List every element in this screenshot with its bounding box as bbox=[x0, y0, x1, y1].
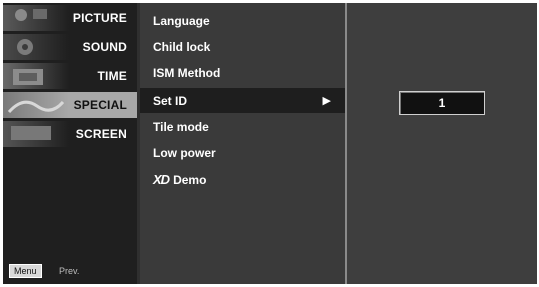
set-id-value: 1 bbox=[438, 96, 446, 110]
sidebar-label: SOUND bbox=[82, 40, 127, 54]
special-submenu: Language Child lock ISM Method Set ID ▶ … bbox=[140, 3, 345, 284]
menu-item-child-lock[interactable]: Child lock bbox=[140, 34, 345, 59]
sidebar-item-special[interactable]: SPECIAL bbox=[3, 92, 137, 118]
menu-item-xd-demo[interactable]: XD Demo bbox=[140, 166, 345, 191]
sidebar-item-screen[interactable]: SCREEN bbox=[3, 121, 137, 147]
sidebar-label: SCREEN bbox=[75, 127, 127, 141]
sound-thumb-icon bbox=[3, 34, 69, 60]
set-id-panel: 1 bbox=[347, 3, 537, 284]
menu-item-set-id[interactable]: Set ID ▶ bbox=[140, 88, 345, 113]
sidebar-item-sound[interactable]: SOUND bbox=[3, 34, 137, 60]
menu-item-label: XD Demo bbox=[153, 172, 206, 187]
sidebar-label: PICTURE bbox=[72, 11, 127, 25]
menu-item-language[interactable]: Language bbox=[140, 8, 345, 33]
osd-menu-window: PICTURE SOUND TIME SPECIAL SCREEN Menu P… bbox=[3, 3, 537, 284]
category-sidebar: PICTURE SOUND TIME SPECIAL SCREEN Menu P… bbox=[3, 3, 137, 284]
menu-item-text: Demo bbox=[173, 173, 207, 187]
menu-item-label: Low power bbox=[153, 146, 216, 160]
screen-thumb-icon bbox=[3, 121, 69, 147]
picture-thumb-icon bbox=[3, 5, 69, 31]
set-id-value-field[interactable]: 1 bbox=[399, 91, 485, 115]
menu-item-low-power[interactable]: Low power bbox=[140, 140, 345, 165]
sidebar-label: SPECIAL bbox=[73, 98, 127, 112]
sidebar-item-picture[interactable]: PICTURE bbox=[3, 5, 137, 31]
prev-label: Prev. bbox=[59, 266, 80, 276]
menu-item-tile-mode[interactable]: Tile mode bbox=[140, 114, 345, 139]
sidebar-item-time[interactable]: TIME bbox=[3, 63, 137, 89]
menu-button-badge[interactable]: Menu bbox=[9, 264, 42, 278]
menu-item-label: Set ID bbox=[153, 94, 188, 108]
xd-logo-icon: XD bbox=[153, 172, 170, 187]
sidebar-label: TIME bbox=[97, 69, 127, 83]
menu-item-ism-method[interactable]: ISM Method bbox=[140, 60, 345, 85]
menu-item-label: Child lock bbox=[153, 40, 211, 54]
time-thumb-icon bbox=[3, 63, 69, 89]
menu-item-label: ISM Method bbox=[153, 66, 221, 80]
submenu-arrow-icon: ▶ bbox=[322, 95, 331, 107]
special-thumb-icon bbox=[3, 92, 69, 118]
menu-item-label: Language bbox=[153, 14, 210, 28]
menu-item-label: Tile mode bbox=[153, 120, 209, 134]
